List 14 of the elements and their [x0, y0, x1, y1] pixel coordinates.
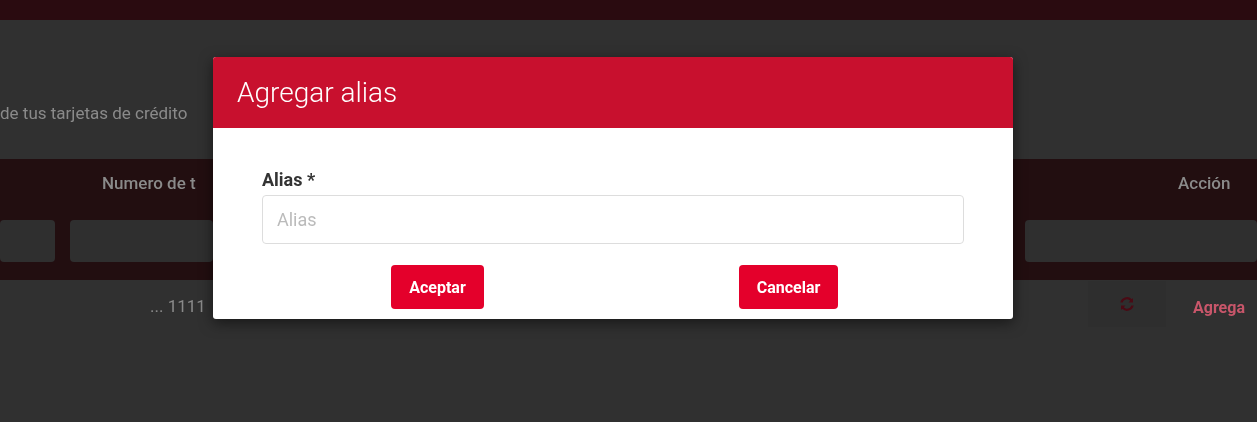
filter-field[interactable]: [70, 220, 213, 262]
field-label: Alias *: [262, 169, 316, 190]
filter-field[interactable]: [0, 220, 55, 262]
dialog-title: Agregar alias: [237, 76, 398, 109]
column-header: Acción: [1178, 173, 1231, 193]
filter-field[interactable]: [1025, 220, 1257, 262]
refresh-icon: [1118, 295, 1136, 313]
accept-button[interactable]: Aceptar: [391, 265, 484, 309]
add-link[interactable]: Agrega: [1193, 298, 1245, 317]
column-header: Numero de t: [102, 173, 196, 193]
cancel-button[interactable]: Cancelar: [738, 265, 839, 309]
intro-text: de tus tarjetas de crédito: [0, 103, 188, 125]
alias-field[interactable]: Alias: [262, 195, 964, 244]
card-number-cell: ... 1111: [150, 296, 206, 316]
